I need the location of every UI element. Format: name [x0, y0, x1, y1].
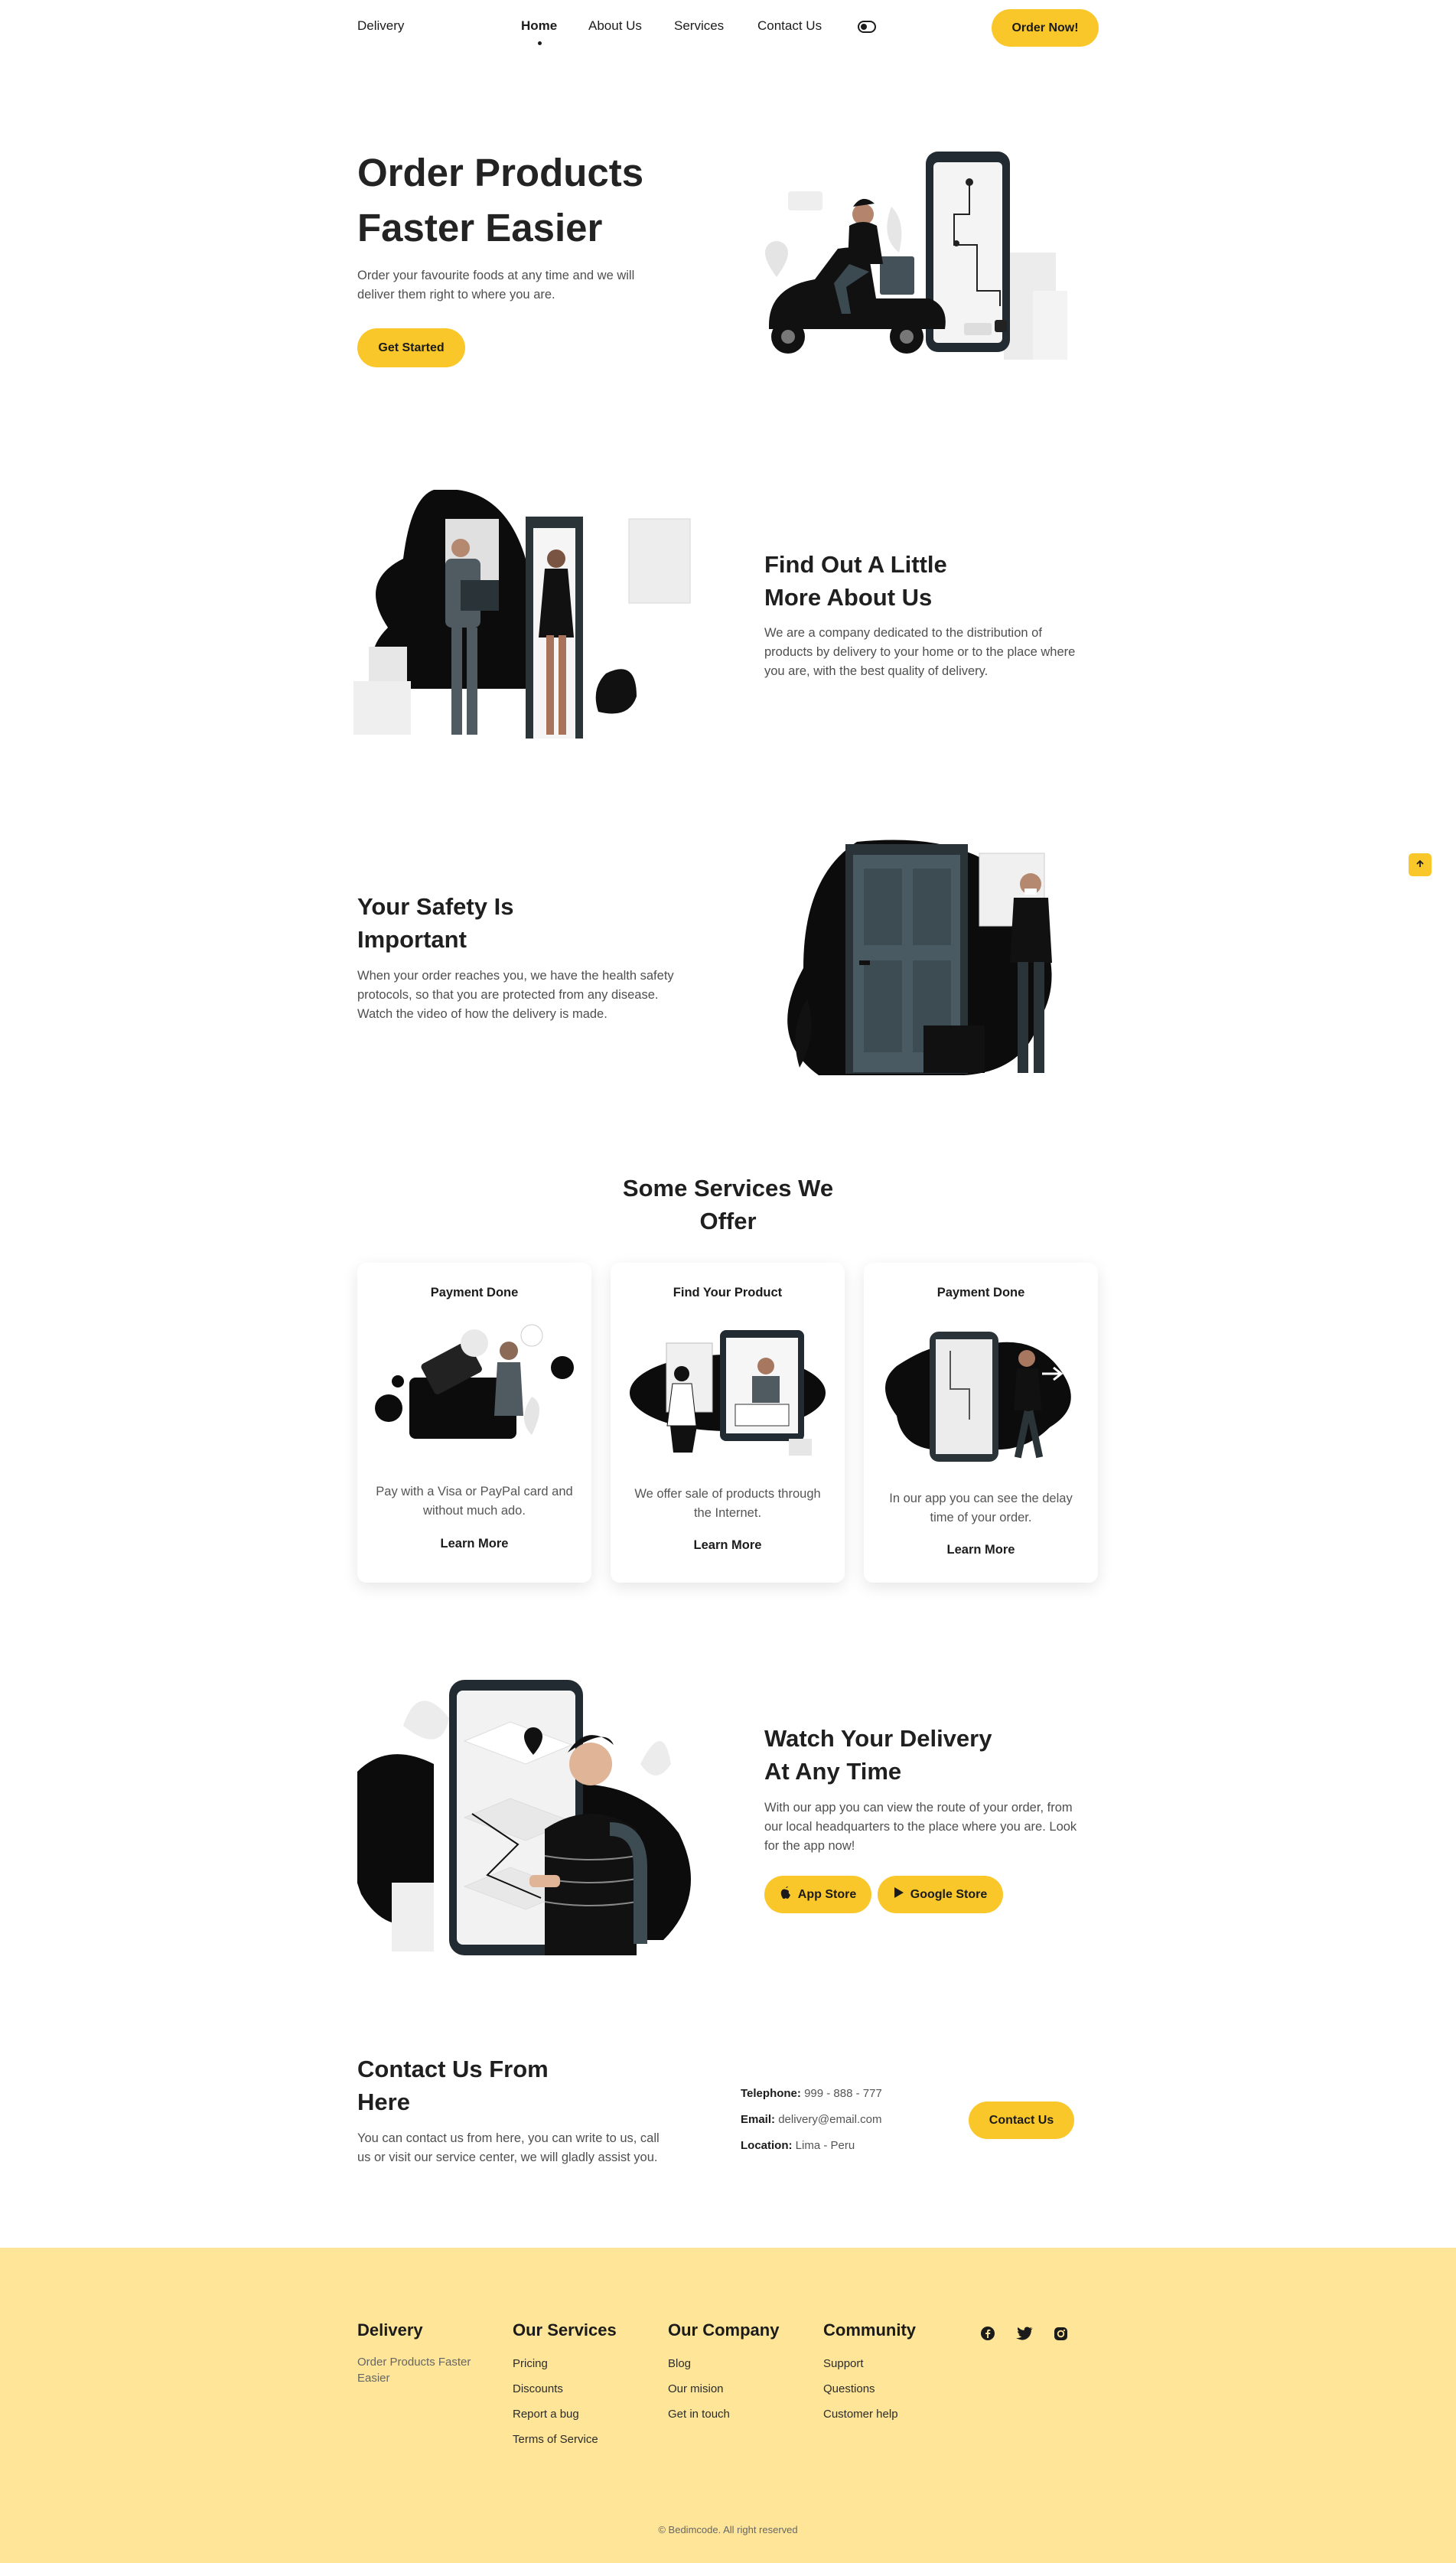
copyright: © Bedimcode. All right reserved — [658, 2524, 798, 2535]
service-card-description: We offer sale of products through the In… — [634, 1487, 821, 1520]
online-shop-illustration — [630, 1330, 826, 1456]
hero-title-line2: Faster Easier — [357, 206, 603, 249]
footer-tagline: Order Products Faster Easier — [357, 2356, 471, 2385]
footer-link-mision[interactable]: Our mision — [668, 2382, 724, 2395]
safety-title: Your Safety Is Important — [357, 893, 514, 953]
service-card-title: Payment Done — [936, 1286, 1025, 1299]
footer-link-terms[interactable]: Terms of Service — [513, 2433, 598, 2446]
telephone-value[interactable]: 999 - 888 - 777 — [804, 2087, 882, 2100]
instagram-icon[interactable] — [1054, 2327, 1068, 2345]
safety-description: When your order reaches you, we have the… — [357, 969, 674, 1021]
hero-description: Order your favourite foods at any time a… — [357, 269, 635, 302]
service-card: Payment Done Pay with a Visa or PayPal c… — [357, 1263, 591, 1583]
google-store-button[interactable]: Google Store — [878, 1876, 1003, 1913]
twitter-icon[interactable] — [1016, 2327, 1033, 2344]
learn-more-link[interactable]: Learn More — [357, 1537, 591, 1551]
service-card-description: In our app you can see the delay time of… — [889, 1492, 1073, 1524]
service-card-title: Payment Done — [430, 1286, 519, 1299]
hero-title-line1: Order Products — [357, 151, 644, 194]
about-title: Find Out A Little More About Us — [764, 551, 947, 611]
contact-location: Location: Lima - Peru — [741, 2139, 855, 2152]
footer-link-get-in-touch[interactable]: Get in touch — [668, 2408, 730, 2421]
service-card-description: Pay with a Visa or PayPal card and witho… — [376, 1485, 573, 1518]
arrow-up-icon — [1415, 859, 1425, 872]
app-store-button[interactable]: App Store — [764, 1876, 871, 1913]
get-started-button[interactable]: Get Started — [357, 328, 465, 367]
services-title: Some Services We Offer — [622, 1175, 834, 1234]
footer-community-title: Community — [823, 2320, 916, 2340]
contact-telephone: Telephone: 999 - 888 - 777 — [741, 2087, 882, 2100]
nav-contact[interactable]: Contact Us — [757, 18, 822, 34]
google-store-label: Google Store — [910, 1887, 988, 1901]
nav-services[interactable]: Services — [674, 18, 724, 34]
service-card: Payment Done In our app you can see the … — [864, 1263, 1098, 1583]
footer-company-title: Our Company — [668, 2320, 780, 2340]
footer-brand[interactable]: Delivery — [357, 2320, 423, 2340]
masked-courier-door-illustration — [787, 840, 1052, 1075]
contact-email: Email: delivery@email.com — [741, 2113, 881, 2126]
service-card: Find Your Product We offer sale of produ… — [611, 1263, 845, 1583]
hero-title: Order Products Faster Easier — [357, 145, 643, 256]
door-delivery-illustration — [353, 490, 691, 739]
contact-us-button[interactable]: Contact Us — [969, 2102, 1074, 2139]
footer-link-customer-help[interactable]: Customer help — [823, 2408, 898, 2421]
apple-icon — [780, 1886, 792, 1903]
logo[interactable]: Delivery — [357, 18, 404, 34]
app-description: With our app you can view the route of y… — [764, 1801, 1077, 1853]
wallet-payment-illustration — [375, 1324, 574, 1439]
location-value: Lima - Peru — [795, 2139, 855, 2152]
phone-map-illustration — [357, 1680, 691, 1955]
site-footer — [0, 2248, 1456, 2563]
footer-link-blog[interactable]: Blog — [668, 2357, 691, 2370]
footer-link-questions[interactable]: Questions — [823, 2382, 875, 2395]
learn-more-link[interactable]: Learn More — [611, 1538, 845, 1553]
location-label: Location: — [741, 2139, 793, 2152]
delivery-scooter-phone-illustration — [765, 152, 1067, 360]
facebook-icon[interactable] — [980, 2326, 995, 2345]
footer-services-title: Our Services — [513, 2320, 617, 2340]
nav-about[interactable]: About Us — [588, 18, 642, 34]
email-label: Email: — [741, 2113, 776, 2126]
about-description: We are a company dedicated to the distri… — [764, 626, 1076, 678]
learn-more-link[interactable]: Learn More — [864, 1543, 1098, 1557]
footer-link-report-bug[interactable]: Report a bug — [513, 2408, 579, 2421]
google-play-icon — [894, 1886, 904, 1903]
active-nav-indicator — [538, 41, 542, 45]
toggle-icon[interactable] — [858, 21, 876, 37]
contact-title: Contact Us From Here — [357, 2056, 549, 2115]
order-now-button[interactable]: Order Now! — [992, 9, 1099, 47]
service-card-title: Find Your Product — [673, 1286, 783, 1299]
footer-link-discounts[interactable]: Discounts — [513, 2382, 563, 2395]
app-store-label: App Store — [797, 1887, 857, 1901]
footer-link-pricing[interactable]: Pricing — [513, 2357, 548, 2370]
email-value[interactable]: delivery@email.com — [778, 2113, 881, 2126]
telephone-label: Telephone: — [741, 2087, 801, 2100]
app-title: Watch Your Delivery At Any Time — [764, 1725, 992, 1785]
contact-description: You can contact us from here, you can wr… — [357, 2131, 660, 2164]
delivery-tracking-illustration — [885, 1332, 1071, 1462]
nav-home[interactable]: Home — [521, 18, 557, 34]
scroll-up-button[interactable] — [1409, 853, 1432, 876]
footer-link-support[interactable]: Support — [823, 2357, 864, 2370]
